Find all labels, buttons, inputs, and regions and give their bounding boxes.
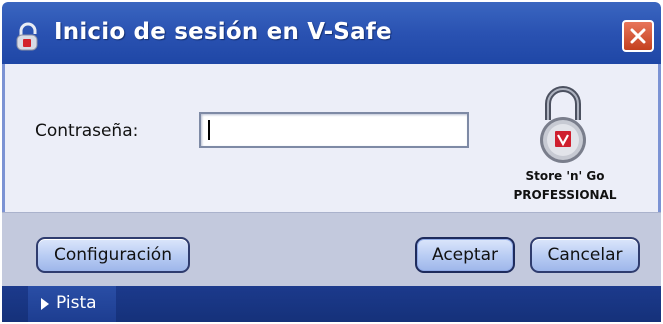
text-caret [208,120,210,140]
close-button[interactable] [622,20,654,52]
accept-button[interactable]: Aceptar [415,237,515,273]
close-icon [630,28,646,44]
configuration-button[interactable]: Configuración [36,237,190,273]
button-bar: Configuración Aceptar Cancelar [2,212,661,287]
dialog-body: Contraseña: Store 'n' Go PROFESSIONAL [2,64,661,212]
brand-edition: PROFESSIONAL [513,188,617,202]
window-title: Inicio de sesión en V-Safe [54,19,392,45]
login-dialog: Inicio de sesión en V-Safe Contraseña: S… [2,2,661,322]
hint-label: Pista [56,293,97,313]
title-bar[interactable]: Inicio de sesión en V-Safe [2,2,661,64]
hint-bar: Pista [2,286,661,322]
brand-name: Store 'n' Go [525,169,605,183]
cancel-button[interactable]: Cancelar [530,237,640,273]
password-label: Contraseña: [35,121,139,141]
padlock-app-icon [16,22,38,51]
password-field[interactable] [199,112,469,148]
padlock-v-icon [540,86,586,163]
triangle-right-icon [41,298,49,310]
hint-toggle[interactable]: Pista [28,286,116,322]
